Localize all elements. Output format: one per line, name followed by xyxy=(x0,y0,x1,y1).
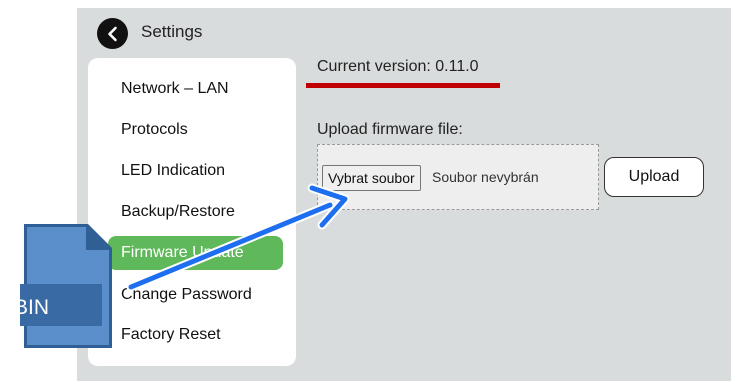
version-underline xyxy=(306,83,500,88)
bin-label: BIN xyxy=(14,296,50,319)
current-version: Current version: 0.11.0 xyxy=(317,58,479,75)
menu-item-change-password[interactable]: Change Password xyxy=(121,286,252,304)
choose-file-button[interactable]: Vybrat soubor xyxy=(322,165,421,191)
menu-item-protocols[interactable]: Protocols xyxy=(121,121,188,139)
menu-item-led-indication[interactable]: LED Indication xyxy=(121,162,225,180)
page-title: Settings xyxy=(141,22,203,41)
back-button[interactable] xyxy=(97,18,128,49)
chevron-left-icon xyxy=(107,26,117,41)
upload-button[interactable]: Upload xyxy=(604,157,704,197)
menu-item-network-lan[interactable]: Network – LAN xyxy=(121,80,229,98)
menu-item-backup-restore[interactable]: Backup/Restore xyxy=(121,203,235,221)
no-file-chosen-text: Soubor nevybrán xyxy=(432,169,539,185)
menu-item-factory-reset[interactable]: Factory Reset xyxy=(121,326,221,344)
file-icon xyxy=(20,224,112,348)
upload-firmware-label: Upload firmware file: xyxy=(317,121,463,138)
menu-item-firmware-update[interactable]: Firmware Update xyxy=(108,236,283,270)
